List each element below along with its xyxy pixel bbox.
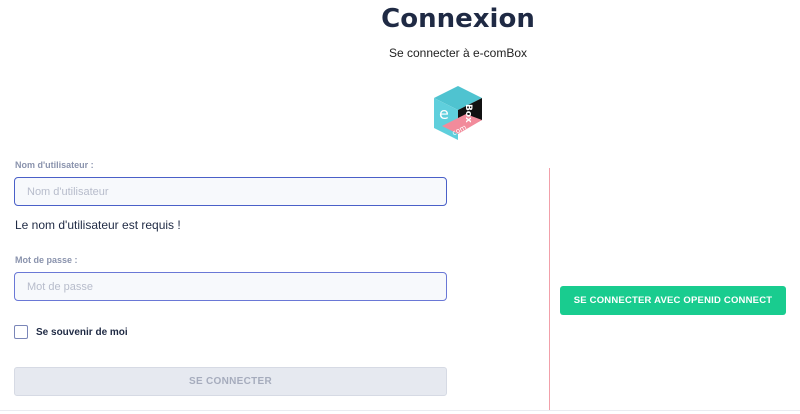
- username-input[interactable]: [14, 177, 447, 206]
- password-input[interactable]: [14, 272, 447, 301]
- username-label: Nom d'utilisateur :: [15, 160, 94, 170]
- password-label: Mot de passe :: [15, 255, 78, 265]
- vertical-divider: [549, 168, 550, 410]
- username-error-message: Le nom d'utilisateur est requis !: [15, 218, 181, 232]
- remember-me-label: Se souvenir de moi: [36, 326, 128, 338]
- page-subtitle: Se connecter à e-comBox: [388, 46, 528, 60]
- svg-text:e: e: [439, 104, 449, 123]
- svg-text:Box: Box: [463, 104, 473, 123]
- ecombox-logo: e Box com: [434, 86, 482, 140]
- page-title: Connexion: [381, 4, 535, 34]
- bottom-border: [0, 410, 800, 411]
- openid-connect-button[interactable]: SE CONNECTER AVEC OPENID CONNECT: [560, 286, 786, 315]
- remember-me-row[interactable]: Se souvenir de moi: [14, 325, 128, 339]
- remember-me-checkbox[interactable]: [14, 325, 28, 339]
- login-button[interactable]: SE CONNECTER: [14, 367, 447, 396]
